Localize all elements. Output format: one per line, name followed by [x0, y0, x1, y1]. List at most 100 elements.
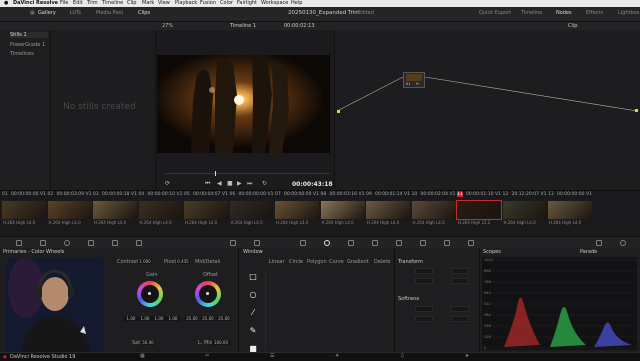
menu-workspace[interactable]: Workspace [261, 0, 288, 7]
repeat-icon[interactable]: ↻ [262, 180, 267, 187]
clip-thumbnail[interactable] [411, 201, 456, 219]
offset-value-g[interactable]: 25.00 [201, 316, 215, 321]
timeline-clip[interactable]: H.264 High L4.0 [229, 201, 274, 225]
skip-forward-icon[interactable]: ⏭ [247, 180, 252, 188]
skip-back-icon[interactable]: ⏮ [205, 180, 210, 188]
clip-thumbnail[interactable] [47, 201, 92, 219]
transform-field-4[interactable] [451, 278, 469, 284]
timeline-name[interactable]: Timeline 1 [230, 23, 256, 29]
qualifier-icon[interactable] [300, 240, 306, 246]
lightbox-toggle[interactable]: Lightbox [618, 10, 640, 16]
clip-thumbnail[interactable] [366, 201, 410, 219]
play-reverse-icon[interactable]: ◀ [217, 180, 222, 187]
timeline-clip[interactable]: H.264 High L4.0 [320, 201, 365, 225]
menu-playback[interactable]: Playback [175, 0, 197, 7]
menu-mark[interactable]: Mark [142, 0, 154, 7]
menu-edit[interactable]: Edit [73, 0, 83, 7]
viewer-scrubber[interactable] [165, 171, 330, 176]
rgb-mixer-icon[interactable] [112, 240, 118, 246]
pen-window-icon[interactable]: ✎ [245, 324, 261, 336]
lum-mix-field[interactable]: 100.00 [212, 340, 230, 345]
timeline-clip[interactable]: H.264 High L4.0 [47, 201, 92, 225]
page-fairlight-icon[interactable]: ♫ [400, 353, 404, 359]
key-icon[interactable] [420, 240, 426, 246]
clip-mode[interactable]: Clip [568, 23, 577, 29]
timeline-clip[interactable]: H.264 High L4.0 [366, 201, 410, 225]
window-circle[interactable]: Circle [289, 259, 303, 265]
color-warper-icon[interactable] [254, 240, 260, 246]
zoom-level[interactable]: 27% [162, 23, 173, 29]
play-icon[interactable]: ▶ [237, 180, 242, 187]
node-editor[interactable]: 01 H [334, 30, 640, 190]
timeline-clip[interactable]: H.264 High L4.0 [548, 201, 592, 225]
page-media-icon[interactable]: ▦ [140, 353, 145, 359]
magic-mask-icon[interactable] [372, 240, 378, 246]
clip-thumbnail[interactable] [184, 201, 228, 219]
nodes-toggle[interactable]: Nodes [556, 10, 572, 16]
gain-value-g[interactable]: 1.00 [152, 316, 166, 321]
hdr-icon[interactable] [88, 240, 94, 246]
gain-value-y[interactable]: 1.00 [124, 316, 138, 321]
offset-wheel-puck[interactable] [206, 292, 209, 295]
timeline-clip[interactable]: H.264 High L4.0 [411, 201, 456, 225]
color-wheels-icon[interactable] [64, 240, 70, 246]
menu-timeline[interactable]: Timeline [102, 0, 123, 7]
color-match-icon[interactable] [40, 240, 46, 246]
window-icon[interactable] [324, 240, 330, 246]
timeline-clip[interactable]: H.264 High L4.0 [502, 201, 547, 225]
menu-app[interactable]: DaVinci Resolve [13, 0, 58, 7]
window-gradient[interactable]: Gradient [347, 259, 369, 265]
stills-item-timelines[interactable]: Timelines [10, 51, 34, 57]
window-curve[interactable]: Curve [329, 259, 344, 265]
loop-icon[interactable]: ⟳ [165, 180, 170, 187]
clip-thumbnail[interactable] [502, 201, 547, 219]
clip-thumbnail[interactable] [2, 201, 46, 219]
menu-fairlight[interactable]: Fairlight [237, 0, 257, 7]
transform-field-2[interactable] [451, 268, 469, 274]
scopes-toggle-icon[interactable] [596, 240, 602, 246]
window-delete[interactable]: Delete [374, 259, 390, 265]
timeline-clip[interactable]: H.264 High L4.0 [138, 201, 183, 225]
circle-window-icon[interactable]: ○ [245, 288, 261, 300]
media-pool-tab[interactable]: Media Pool [96, 10, 123, 16]
stills-item-powergrade[interactable]: PowerGrade 1 [10, 42, 45, 48]
clip-thumbnail[interactable] [138, 201, 183, 219]
timeline-clip[interactable]: H.264 High L4.0 [184, 201, 228, 225]
transform-field-1[interactable] [415, 268, 433, 274]
curves-icon[interactable] [230, 240, 236, 246]
clip-thumbnail[interactable] [456, 200, 502, 220]
menu-clip[interactable]: Clip [127, 0, 136, 7]
contrast-field[interactable]: 1.000 [138, 259, 152, 264]
stop-icon[interactable]: ■ [227, 180, 233, 187]
softness-field-1[interactable] [415, 306, 433, 312]
gain-value-b[interactable]: 1.00 [166, 316, 180, 321]
info-icon[interactable] [620, 240, 626, 246]
window-polygon[interactable]: Polygon [307, 259, 327, 265]
timeline-clip[interactable]: H.264 High L4.0 [275, 201, 319, 225]
timeline-clip[interactable]: H.264 High L5.2 [456, 200, 502, 225]
gain-wheel-puck[interactable] [148, 292, 151, 295]
clips-tab[interactable]: Clips [138, 10, 150, 16]
menu-file[interactable]: File [60, 0, 68, 7]
softness-field-3[interactable] [415, 316, 433, 322]
playhead-marker[interactable] [215, 171, 216, 176]
apple-icon[interactable]: ● [4, 0, 8, 7]
motion-effects-icon[interactable] [136, 240, 142, 246]
viewer-frame[interactable] [157, 55, 330, 153]
timeline-toggle[interactable]: Timeline [521, 10, 542, 16]
menu-view[interactable]: View [158, 0, 170, 7]
menu-color[interactable]: Color [220, 0, 233, 7]
offset-value-b[interactable]: 25.00 [217, 316, 231, 321]
page-deliver-icon[interactable]: ➤ [465, 353, 469, 359]
clip-thumbnail[interactable] [275, 201, 319, 219]
scopes-mode[interactable]: Parade [580, 249, 597, 255]
gallery-icon[interactable]: ▦ [30, 10, 35, 16]
pivot-field[interactable]: 0.435 [176, 259, 190, 264]
softness-field-4[interactable] [451, 316, 469, 322]
menu-fusion[interactable]: Fusion [200, 0, 216, 7]
offset-value-r[interactable]: 25.00 [185, 316, 199, 321]
clip-thumbnail[interactable] [93, 201, 137, 219]
luts-tab[interactable]: LUTs [70, 10, 81, 16]
gallery-tab[interactable]: Gallery [38, 10, 56, 16]
menu-help[interactable]: Help [291, 0, 302, 7]
